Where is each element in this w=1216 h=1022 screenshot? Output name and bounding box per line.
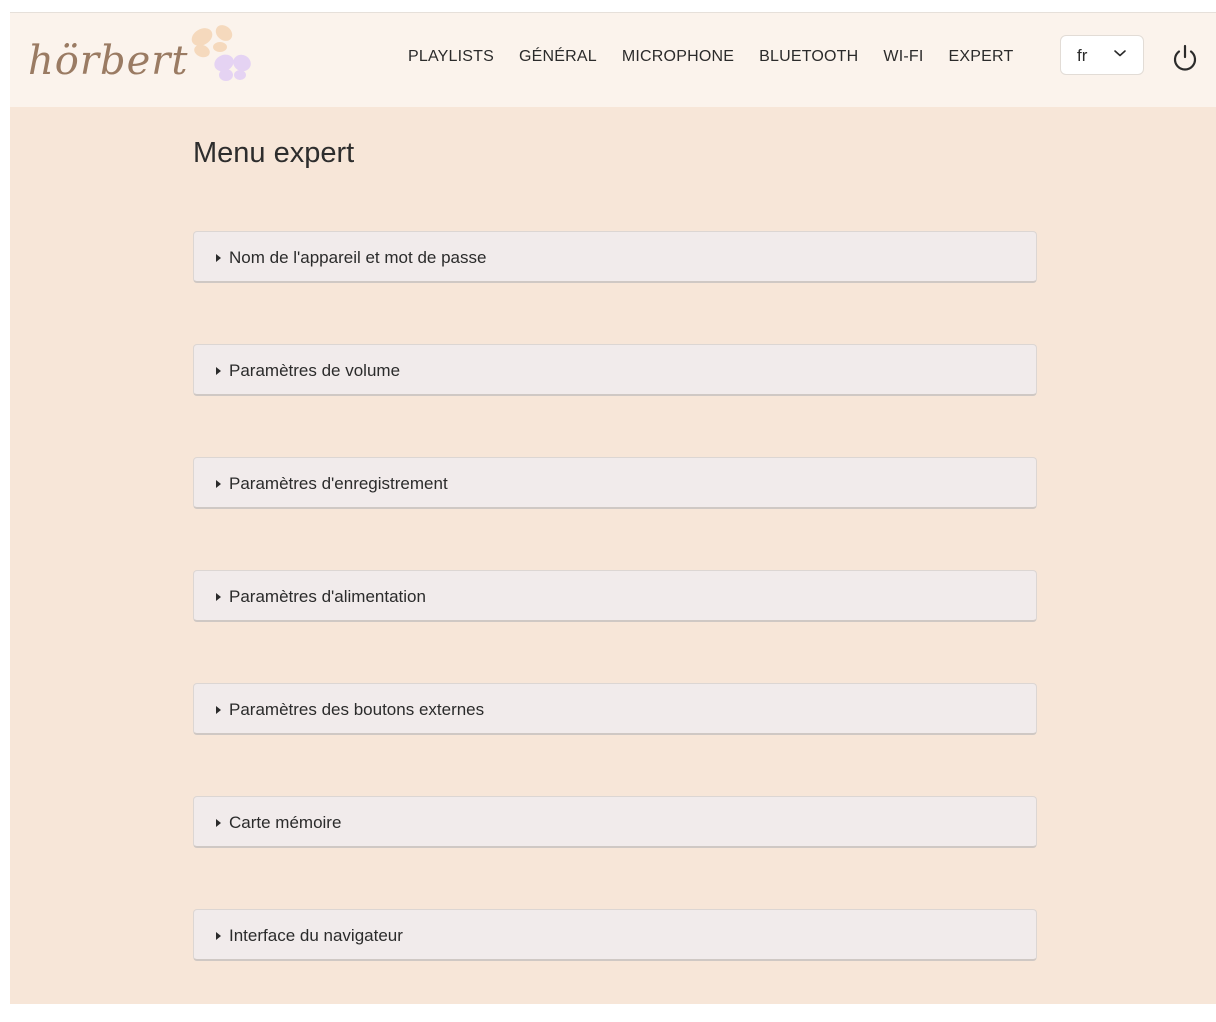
page-title: Menu expert (193, 137, 355, 169)
nav-expert[interactable]: EXPERT (949, 47, 1014, 67)
nav-playlists[interactable]: PLAYLISTS (408, 47, 494, 67)
app-frame: hörbert PLAYLISTS GÉNÉRAL MICROPHONE BLU… (10, 12, 1216, 1004)
section-label: Nom de l'appareil et mot de passe (229, 248, 487, 267)
top-bar: hörbert PLAYLISTS GÉNÉRAL MICROPHONE BLU… (10, 13, 1216, 107)
chevron-down-icon (1114, 50, 1126, 57)
section-browser-interface[interactable]: Interface du navigateur (193, 909, 1037, 961)
caret-right-icon (216, 254, 221, 262)
section-label: Paramètres de volume (229, 361, 401, 380)
section-memory-card[interactable]: Carte mémoire (193, 796, 1037, 848)
caret-right-icon (216, 819, 221, 827)
section-label: Carte mémoire (229, 813, 342, 832)
section-device-name-password[interactable]: Nom de l'appareil et mot de passe (193, 231, 1037, 283)
section-label: Paramètres des boutons externes (229, 700, 485, 719)
section-recording-settings[interactable]: Paramètres d'enregistrement (193, 457, 1037, 509)
caret-right-icon (216, 367, 221, 375)
caret-right-icon (216, 480, 221, 488)
expert-sections: Nom de l'appareil et mot de passe Paramè… (193, 231, 1037, 1022)
section-external-buttons[interactable]: Paramètres des boutons externes (193, 683, 1037, 735)
logo-text: hörbert (28, 38, 189, 84)
nav-microphone[interactable]: MICROPHONE (622, 47, 734, 67)
language-value: fr (1077, 46, 1088, 65)
caret-right-icon (216, 932, 221, 940)
section-label: Paramètres d'alimentation (229, 587, 426, 606)
language-select[interactable]: fr (1060, 35, 1144, 75)
nav-wifi[interactable]: WI-FI (883, 47, 923, 67)
caret-right-icon (216, 593, 221, 601)
nav-bluetooth[interactable]: BLUETOOTH (759, 47, 858, 67)
caret-right-icon (216, 706, 221, 714)
butterfly-icon (191, 25, 251, 81)
section-power-settings[interactable]: Paramètres d'alimentation (193, 570, 1037, 622)
nav-general[interactable]: GÉNÉRAL (519, 47, 597, 67)
power-icon[interactable] (1171, 43, 1199, 73)
section-label: Interface du navigateur (229, 926, 403, 945)
section-volume-settings[interactable]: Paramètres de volume (193, 344, 1037, 396)
hoerbert-logo[interactable]: hörbert (28, 25, 268, 89)
section-label: Paramètres d'enregistrement (229, 474, 448, 493)
main-nav: PLAYLISTS GÉNÉRAL MICROPHONE BLUETOOTH W… (408, 47, 1038, 67)
